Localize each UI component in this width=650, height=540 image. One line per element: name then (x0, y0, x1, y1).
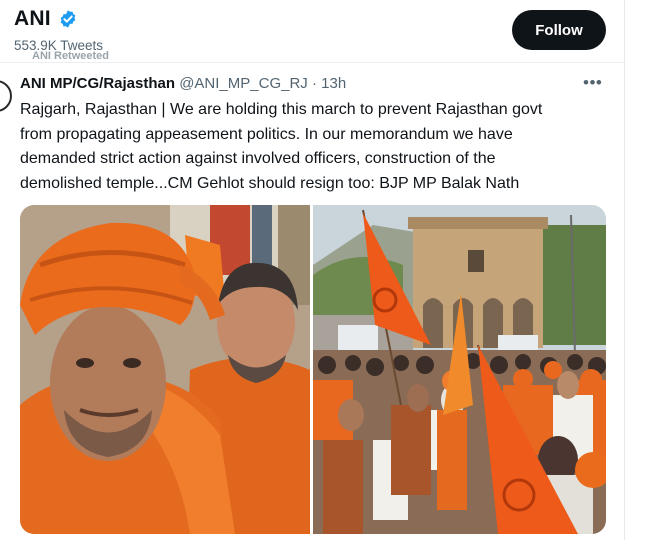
more-horizontal-icon[interactable]: ••• (583, 73, 602, 93)
tweet-text: Rajgarh, Rajasthan | We are holding this… (20, 101, 543, 192)
media-photo-left[interactable] (20, 205, 310, 534)
verified-badge-icon (60, 10, 76, 28)
tweet-time[interactable]: 13h (321, 75, 346, 92)
header-divider (0, 62, 624, 63)
tweet-media[interactable] (20, 205, 606, 534)
follow-button[interactable]: Follow (512, 10, 606, 50)
tweet-header: ANI MP/CG/Rajasthan @ANI_MP_CG_RJ · 13h (20, 75, 346, 92)
media-photo-right[interactable] (313, 205, 606, 534)
column-divider (624, 0, 625, 540)
tweet-author-handle[interactable]: @ANI_MP_CG_RJ (179, 75, 308, 92)
profile-name[interactable]: ANI (14, 7, 51, 31)
tweet-separator: · (311, 75, 317, 92)
tweet-author-name[interactable]: ANI MP/CG/Rajasthan (20, 75, 175, 92)
march-photo-procession (313, 205, 606, 534)
retweeted-label: ANI Retweeted (32, 51, 110, 61)
author-avatar[interactable] (0, 80, 12, 112)
march-photo-closeup (20, 205, 310, 534)
